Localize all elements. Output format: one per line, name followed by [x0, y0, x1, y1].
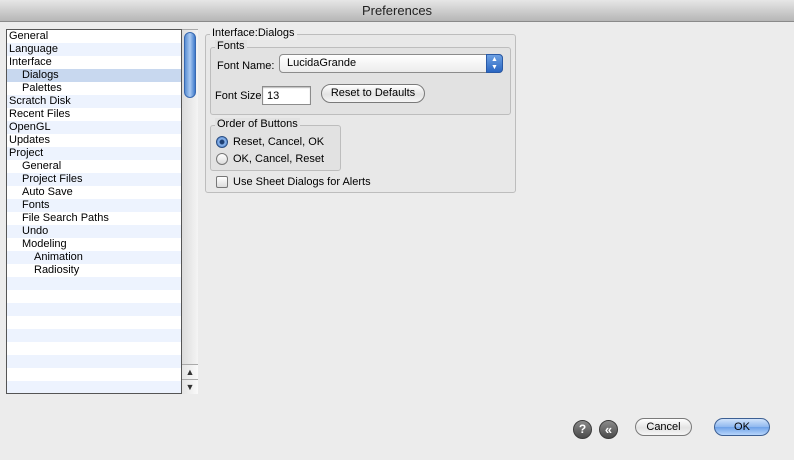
cancel-button[interactable]: Cancel [635, 418, 692, 436]
down-arrow-icon[interactable]: ▼ [182, 379, 198, 394]
tree-item-label: Auto Save [22, 186, 73, 198]
tree-row [7, 355, 181, 368]
tree-item-label: OpenGL [9, 121, 51, 133]
tree-item-label: General [22, 160, 62, 172]
font-name-popup[interactable]: LucidaGrande ▲ ▼ [279, 54, 503, 73]
tree-item-label: Project Files [22, 173, 83, 185]
fonts-group-label: Fonts [215, 40, 247, 53]
popup-arrows-icon: ▲ ▼ [486, 54, 503, 73]
tree-row[interactable]: Fonts [7, 199, 181, 212]
tree-row[interactable]: Palettes [7, 82, 181, 95]
tree-item-label: Palettes [22, 82, 62, 94]
tree-row[interactable]: Recent Files [7, 108, 181, 121]
tree-item-label: Interface [9, 56, 52, 68]
tree-item-label: General [9, 30, 49, 42]
font-name-value: LucidaGrande [287, 57, 357, 69]
tree-item-label: Updates [9, 134, 50, 146]
tree-row[interactable]: Dialogs [7, 69, 181, 82]
radio-ok-cancel-reset-label: OK, Cancel, Reset [233, 153, 325, 165]
tree-row [7, 329, 181, 342]
tree-item-label: Radiosity [34, 264, 80, 276]
tree-row [7, 303, 181, 316]
tree-row[interactable]: Updates [7, 134, 181, 147]
tree-item-label: Project [9, 147, 44, 159]
font-size-label: Font Size [215, 90, 262, 102]
window-title: Preferences [0, 0, 794, 22]
tree-row [7, 381, 181, 393]
tree-row [7, 277, 181, 290]
tree-item-label: Undo [22, 225, 49, 237]
radio-reset-cancel-ok[interactable] [216, 136, 228, 148]
tree-row[interactable]: Modeling [7, 238, 181, 251]
tree-item-label: Modeling [22, 238, 67, 250]
tree-row [7, 368, 181, 381]
tree-row[interactable]: Interface [7, 56, 181, 69]
tree-item-label: Animation [34, 251, 83, 263]
tree-row[interactable]: Language [7, 43, 181, 56]
tree-row[interactable]: Project Files [7, 173, 181, 186]
preferences-window: General Language Interface Dialogs Palettes S… [0, 22, 794, 460]
category-tree[interactable]: General Language Interface Dialogs Palettes S… [6, 29, 182, 394]
help-icon[interactable]: ? [573, 420, 592, 439]
tree-row[interactable]: Animation [7, 251, 181, 264]
tree-row[interactable]: Undo [7, 225, 181, 238]
tree-row[interactable]: General [7, 160, 181, 173]
tree-row [7, 342, 181, 355]
sheet-dialogs-label: Use Sheet Dialogs for Alerts [233, 176, 371, 188]
radio-reset-cancel-ok-label: Reset, Cancel, OK [233, 136, 325, 148]
tree-item-label: Fonts [22, 199, 50, 211]
tree-item-label: Scratch Disk [9, 95, 71, 107]
tree-item-label: File Search Paths [22, 212, 109, 224]
tree-row[interactable]: Radiosity [7, 264, 181, 277]
tree-row [7, 316, 181, 329]
up-arrow-icon[interactable]: ▲ [182, 364, 198, 379]
tree-item-label: Recent Files [9, 108, 71, 120]
tree-row[interactable]: OpenGL [7, 121, 181, 134]
radio-ok-cancel-reset[interactable] [216, 153, 228, 165]
tree-row[interactable]: General [7, 30, 181, 43]
sheet-dialogs-checkbox[interactable] [216, 176, 228, 188]
font-size-field[interactable] [262, 86, 311, 105]
tree-row[interactable]: Scratch Disk [7, 95, 181, 108]
tree-item-label: Language [9, 43, 58, 55]
tree-scrollbar[interactable]: ▲ ▼ [182, 29, 198, 394]
tree-row[interactable]: File Search Paths [7, 212, 181, 225]
tree-row[interactable]: Project [7, 147, 181, 160]
font-name-label: Font Name: [217, 60, 275, 72]
tree-row[interactable]: Auto Save [7, 186, 181, 199]
reset-to-defaults-button[interactable]: Reset to Defaults [321, 84, 425, 103]
back-icon[interactable]: « [599, 420, 618, 439]
scroll-thumb[interactable] [184, 32, 196, 98]
tree-item-label: Dialogs [22, 69, 59, 81]
button-order-label: Order of Buttons [215, 118, 300, 131]
tree-row [7, 290, 181, 303]
ok-button[interactable]: OK [714, 418, 770, 436]
panel-title: Interface:Dialogs [210, 27, 297, 40]
